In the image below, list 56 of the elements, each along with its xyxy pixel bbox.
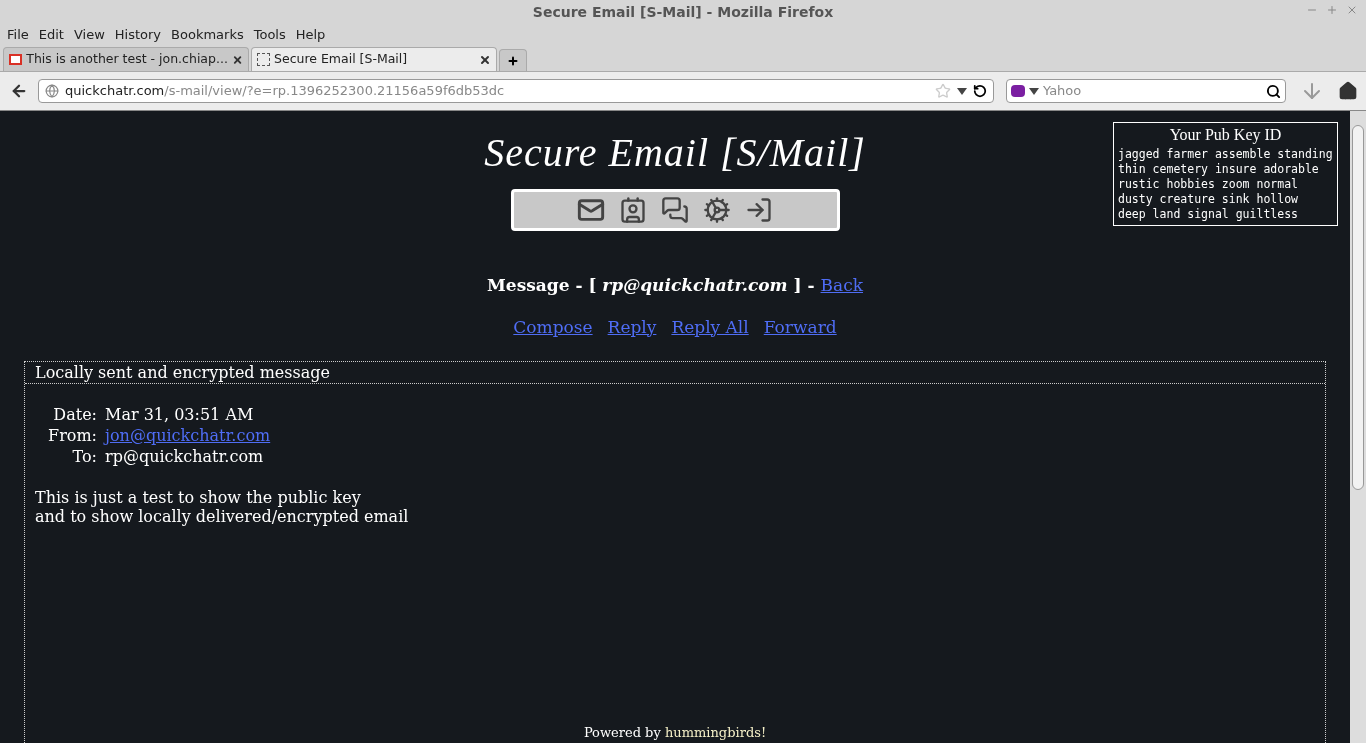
action-link[interactable]: Reply (607, 314, 657, 340)
menu-item[interactable]: Edit (33, 25, 69, 45)
search-bar[interactable]: Yahoo (1006, 79, 1286, 103)
field-label: Date: (52, 404, 98, 425)
search-icon[interactable] (1266, 83, 1281, 99)
plus-icon[interactable] (507, 54, 519, 67)
chat-bubbles-icon[interactable] (661, 196, 689, 224)
field-label: To: (71, 446, 98, 467)
key-words: jagged farmer assemble standing (1118, 147, 1333, 162)
sender-link[interactable]: jon@quickchatr.com (105, 425, 271, 446)
panel-title: Your Pub Key ID (1168, 125, 1283, 146)
field-value: Mar 31, 03:51 AM (105, 404, 255, 425)
action-link[interactable]: Forward (763, 314, 837, 340)
dropdown-icon[interactable] (1029, 87, 1039, 95)
browser-tab[interactable]: This is another test - jon.chiap... (3, 47, 249, 71)
field-value: rp@quickchatr.com (105, 446, 265, 467)
key-words: thin cemetery insure adorable (1118, 162, 1320, 177)
home-icon[interactable] (1338, 81, 1358, 101)
site-logo: Secure Email [S/Mail] (484, 129, 866, 177)
menu-item[interactable]: History (109, 25, 167, 45)
key-words: dusty creature sink hollow (1118, 192, 1299, 207)
action-link[interactable]: Reply All (671, 314, 749, 340)
close-tab-icon[interactable] (231, 53, 243, 66)
back-link[interactable]: Back (820, 273, 863, 299)
message-body-line: and to show locally delivered/encrypted email (35, 507, 410, 526)
menu-item[interactable]: Bookmarks (166, 25, 249, 45)
search-field[interactable]: Yahoo (1043, 81, 1262, 101)
message-title: Locally sent and encrypted message (25, 362, 1325, 384)
exit-icon[interactable] (745, 196, 773, 224)
key-words: deep land signal guiltless (1118, 207, 1299, 222)
scrollbar[interactable] (1350, 111, 1366, 743)
back-icon[interactable] (10, 82, 28, 100)
browser-tab[interactable]: Secure Email [S-Mail] (251, 47, 497, 71)
footer-link[interactable]: hummingbirds! (664, 724, 767, 740)
window-title: Secure Email [S-Mail] - Mozilla Firefox (532, 2, 834, 22)
url-text: quickchatr.com/s-mail/view/?e=rp.1396252300.21156a59f6db53dc (65, 82, 506, 101)
key-words: rustic hobbies zoom normal (1118, 177, 1299, 192)
close-tab-icon[interactable] (479, 53, 491, 66)
footer-text: Powered by hummingbirds! (583, 723, 767, 742)
field-label: From: (47, 425, 98, 446)
address-bar[interactable]: quickchatr.com/s-mail/view/?e=rp.1396252300.21156a59f6db53dc (38, 79, 994, 103)
menu-item[interactable]: File (2, 25, 34, 45)
new-tab-button[interactable] (499, 49, 527, 71)
menu-item[interactable]: Help (290, 25, 331, 45)
menu-item[interactable]: View (68, 25, 110, 45)
message-body-line: This is just a test to show the public key (35, 488, 362, 507)
globe-icon (45, 84, 59, 98)
page-icon (257, 53, 270, 66)
star-icon[interactable] (935, 83, 951, 99)
contact-card-icon[interactable] (619, 196, 647, 224)
yahoo-icon[interactable] (1011, 85, 1025, 97)
reload-icon[interactable] (973, 84, 987, 98)
menu-item[interactable]: Tools (248, 25, 291, 45)
action-link[interactable]: Compose (513, 314, 593, 340)
message-heading: Message - [ rp@quickchatr.com ] - (487, 274, 815, 297)
dropdown-icon[interactable] (957, 87, 967, 95)
